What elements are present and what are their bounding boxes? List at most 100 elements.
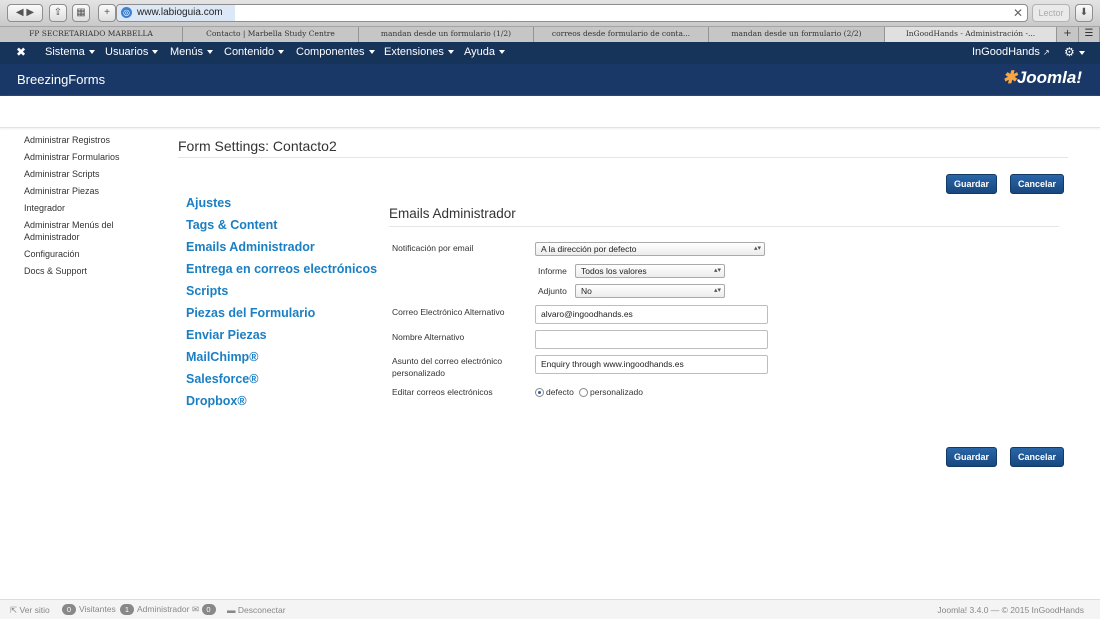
toolbar-area — [0, 96, 1100, 128]
sidebar-item-scripts[interactable]: Administrar Scripts — [24, 168, 154, 180]
browser-tab[interactable]: correos desde formulario de conta... — [534, 27, 709, 42]
select-arrows-icon: ▴▾ — [753, 245, 761, 252]
view-site-link[interactable]: ⇱ Ver sitio — [10, 605, 50, 616]
notification-select[interactable]: A la dirección por defecto ▴▾ — [535, 242, 765, 256]
settings-link-salesforce[interactable]: Salesforce® — [186, 371, 377, 393]
subject-field[interactable]: Enquiry through www.ingoodhands.es — [535, 355, 768, 374]
sidebar-item-formularios[interactable]: Administrar Formularios — [24, 151, 154, 163]
report-label: Informe — [538, 266, 567, 276]
joomla-logo-icon: ✱ — [1002, 68, 1017, 87]
share-icon[interactable]: ⇪ — [49, 4, 67, 22]
browser-tab[interactable]: FP SECRETARIADO MARBELLA — [0, 27, 183, 42]
select-arrows-icon: ▴▾ — [713, 287, 721, 294]
browser-tabs: FP SECRETARIADO MARBELLA Contacto | Marb… — [0, 27, 1100, 42]
joomla-icon[interactable]: ✖ — [16, 45, 26, 59]
settings-link-tags[interactable]: Tags & Content — [186, 217, 377, 239]
settings-link-ajustes[interactable]: Ajustes — [186, 195, 377, 217]
subject-label: Asunto del correo electrónico personaliz… — [392, 356, 503, 378]
attachment-value: No — [581, 286, 592, 296]
sidebar-item-configuracion[interactable]: Configuración — [24, 248, 154, 260]
visitors-count-badge: 0 — [62, 604, 76, 615]
menu-menus[interactable]: Menús — [170, 46, 214, 58]
browser-tab[interactable]: mandan desde un formulario (2/2) — [709, 27, 885, 42]
settings-link-piezas[interactable]: Piezas del Formulario — [186, 305, 377, 327]
report-value: Todos los valores — [581, 266, 647, 276]
back-forward-buttons[interactable]: ◀ ▶ — [7, 4, 43, 22]
browser-toolbar: ◀ ▶ ⇪ ▦ + ◎ www.labioguia.com ✕ Lector ⬇ — [0, 0, 1100, 27]
logout-link[interactable]: ▬ Desconectar — [227, 605, 286, 615]
settings-link-dropbox[interactable]: Dropbox® — [186, 393, 377, 415]
save-button-top[interactable]: Guardar — [946, 174, 997, 194]
site-link[interactable]: InGoodHands ↗ — [972, 46, 1050, 58]
admin-status: 1 Administrador — [120, 604, 189, 615]
envelope-icon: ✉ — [192, 604, 200, 614]
cancel-button-top[interactable]: Cancelar — [1010, 174, 1064, 194]
sidebar-item-piezas[interactable]: Administrar Piezas — [24, 185, 154, 197]
minus-icon: ▬ — [227, 605, 236, 615]
browser-tab[interactable]: mandan desde un formulario (1/2) — [359, 27, 534, 42]
cancel-button-bottom[interactable]: Cancelar — [1010, 447, 1064, 467]
download-icon[interactable]: ⬇ — [1075, 4, 1093, 22]
attachment-label: Adjunto — [538, 286, 567, 296]
page-title: Form Settings: Contacto2 — [178, 138, 337, 154]
admin-count-badge: 1 — [120, 604, 134, 615]
tab-list-icon[interactable]: ☰ — [1079, 27, 1100, 42]
add-tab-icon[interactable]: + — [1057, 27, 1079, 42]
settings-link-scripts[interactable]: Scripts — [186, 283, 377, 305]
edit-emails-label: Editar correos electrónicos — [392, 387, 493, 397]
messages-count-badge: 0 — [201, 604, 216, 615]
menu-extensiones[interactable]: Extensiones — [384, 46, 454, 58]
admin-navbar: ✖ Sistema Usuarios Menús Contenido Compo… — [0, 42, 1100, 64]
alt-email-field[interactable]: alvaro@ingoodhands.es — [535, 305, 768, 324]
attachment-select[interactable]: No ▴▾ — [575, 284, 725, 298]
external-link-icon: ⇱ — [10, 605, 18, 615]
radio-default[interactable] — [535, 388, 544, 397]
settings-link-entrega[interactable]: Entrega en correos electrónicos — [186, 261, 377, 283]
menu-usuarios[interactable]: Usuarios — [105, 46, 159, 58]
menu-sistema[interactable]: Sistema — [45, 46, 95, 58]
settings-menu: Ajustes Tags & Content Emails Administra… — [186, 195, 377, 415]
menu-ayuda[interactable]: Ayuda — [464, 46, 505, 58]
radio-custom-label[interactable]: personalizado — [590, 386, 660, 398]
settings-link-emails-admin[interactable]: Emails Administrador — [186, 239, 377, 261]
menu-contenido[interactable]: Contenido — [224, 46, 285, 58]
status-footer: ⇱ Ver sitio 0 Visitantes 1 Administrador ✉… — [0, 599, 1100, 619]
sidebar-item-registros[interactable]: Administrar Registros — [24, 134, 154, 146]
save-button-bottom[interactable]: Guardar — [946, 447, 997, 467]
divider — [178, 157, 1068, 158]
menu-componentes[interactable]: Componentes — [296, 46, 375, 58]
alt-name-label: Nombre Alternativo — [392, 332, 465, 342]
external-link-icon: ↗ — [1042, 48, 1050, 57]
component-header: BreezingForms ✱Joomla! — [0, 64, 1100, 96]
messages-status[interactable]: ✉ 0 — [192, 604, 219, 615]
component-title: BreezingForms — [17, 72, 106, 87]
section-title: Emails Administrador — [389, 206, 516, 221]
browser-tab-active[interactable]: InGoodHands - Administración -... — [885, 27, 1057, 42]
globe-icon: ◎ — [121, 7, 132, 18]
notification-label: Notificación por email — [392, 243, 474, 253]
sidebar-item-docs[interactable]: Docs & Support — [24, 265, 154, 277]
browser-tab[interactable]: Contacto | Marbella Study Centre — [183, 27, 359, 42]
address-bar[interactable]: ◎ www.labioguia.com ✕ — [116, 4, 1028, 22]
sidebar-item-integrador[interactable]: Integrador — [24, 202, 154, 214]
new-tab-icon[interactable]: + — [98, 4, 116, 22]
settings-link-mailchimp[interactable]: MailChimp® — [186, 349, 377, 371]
divider — [389, 226, 1059, 227]
joomla-logo: ✱Joomla! — [1002, 68, 1082, 87]
sidebar: Administrar Registros Administrar Formul… — [24, 134, 154, 282]
select-arrows-icon: ▴▾ — [713, 267, 721, 274]
alt-email-label: Correo Electrónico Alternativo — [392, 307, 505, 317]
url-text: www.labioguia.com — [137, 7, 223, 18]
notification-value: A la dirección por defecto — [541, 244, 637, 254]
reader-button[interactable]: Lector — [1032, 4, 1070, 22]
stop-icon[interactable]: ✕ — [1013, 5, 1023, 21]
sidebar-item-menus[interactable]: Administrar Menús del Administrador — [24, 219, 154, 243]
alt-name-field[interactable] — [535, 330, 768, 349]
settings-link-enviar[interactable]: Enviar Piezas — [186, 327, 377, 349]
gear-icon[interactable]: ⚙ — [1064, 45, 1085, 59]
visitors-status: 0 Visitantes — [62, 604, 116, 615]
version-text: Joomla! 3.4.0 — © 2015 InGoodHands — [937, 605, 1084, 615]
top-sites-icon[interactable]: ▦ — [72, 4, 90, 22]
radio-custom[interactable] — [579, 388, 588, 397]
report-select[interactable]: Todos los valores ▴▾ — [575, 264, 725, 278]
